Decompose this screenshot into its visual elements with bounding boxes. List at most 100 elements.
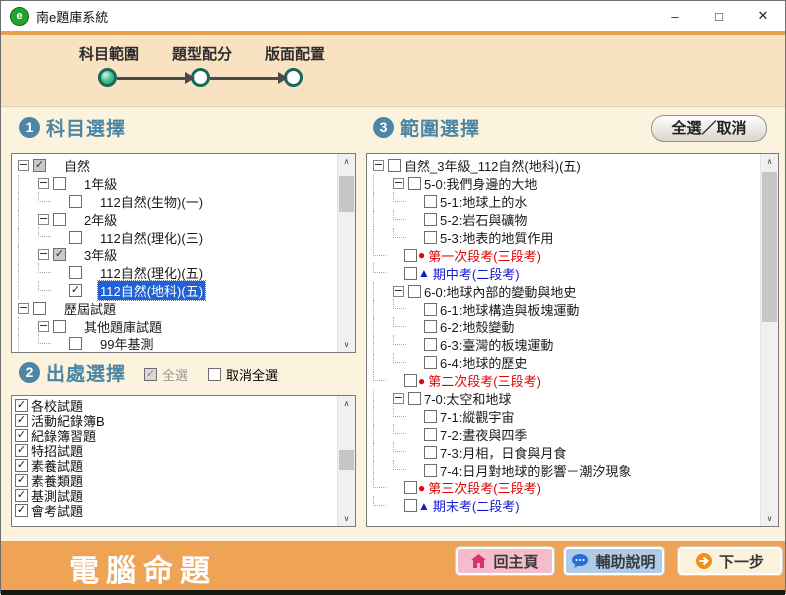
checkbox-icon[interactable]: ✓ — [15, 474, 28, 487]
tree-item[interactable]: 112自然(生物)(一) — [18, 193, 338, 211]
help-button[interactable]: 輔助說明 — [564, 547, 664, 575]
checkbox-icon[interactable]: ✓ — [15, 489, 28, 502]
checkbox-icon[interactable] — [69, 266, 82, 279]
checkbox-icon[interactable]: ✓ — [15, 399, 28, 412]
tree-item[interactable]: ✓自然 — [18, 157, 338, 175]
tree-item[interactable]: 99年基測 — [18, 335, 338, 352]
scrollbar-thumb[interactable] — [339, 450, 354, 470]
checkbox-icon[interactable] — [53, 320, 66, 333]
tree-item[interactable]: 7-3:月相，日食與月食 — [373, 443, 761, 461]
checkbox-icon[interactable] — [424, 320, 437, 333]
tree-item[interactable]: 其他題庫試題 — [18, 317, 338, 335]
checkbox-icon[interactable] — [404, 374, 417, 387]
scroll-down-icon[interactable]: ∨ — [761, 511, 778, 526]
tree-item[interactable]: 6-3:臺灣的板塊運動 — [373, 336, 761, 354]
source-list-scrollbar[interactable]: ∧ ∨ — [337, 396, 355, 526]
checkbox-icon[interactable] — [53, 213, 66, 226]
checkbox-icon[interactable] — [208, 368, 221, 381]
checkbox-icon[interactable] — [424, 464, 437, 477]
checkbox-icon[interactable] — [408, 285, 421, 298]
tree-item[interactable]: 5-1:地球上的水 — [373, 193, 761, 211]
checkbox-icon[interactable] — [424, 195, 437, 208]
checkbox-icon[interactable]: ✓ — [69, 284, 82, 297]
checkbox-icon[interactable] — [424, 303, 437, 316]
checkbox-icon[interactable] — [404, 249, 417, 262]
checkbox-icon[interactable] — [69, 231, 82, 244]
tree-item[interactable]: 7-0:太空和地球 — [373, 390, 761, 408]
tree-item[interactable]: 2年級 — [18, 210, 338, 228]
scrollbar-thumb[interactable] — [339, 176, 354, 212]
tree-item[interactable]: ●第一次段考(三段考) — [373, 246, 761, 264]
checkbox-icon[interactable] — [53, 177, 66, 190]
tree-item[interactable]: 1年級 — [18, 175, 338, 193]
tree-item[interactable]: 6-4:地球的歷史 — [373, 354, 761, 372]
scroll-down-icon[interactable]: ∨ — [338, 337, 355, 352]
checkbox-icon[interactable] — [424, 428, 437, 441]
tree-item[interactable]: 7-2:晝夜與四季 — [373, 425, 761, 443]
next-step-button[interactable]: 下一步 — [678, 547, 782, 575]
deselect-all-checkbox[interactable]: 取消全選 — [208, 365, 278, 384]
checkbox-icon[interactable] — [424, 213, 437, 226]
checkbox-icon[interactable]: ✓ — [15, 414, 28, 427]
collapse-icon[interactable] — [373, 160, 384, 171]
tree-item[interactable]: 歷屆試題 — [18, 299, 338, 317]
checkbox-icon[interactable] — [408, 177, 421, 190]
tree-item[interactable]: ●第二次段考(三段考) — [373, 372, 761, 390]
collapse-icon[interactable] — [393, 286, 404, 297]
collapse-icon[interactable] — [18, 303, 29, 314]
checkbox-icon[interactable] — [404, 267, 417, 280]
minimize-button[interactable]: – — [653, 1, 697, 31]
collapse-icon[interactable] — [393, 178, 404, 189]
tree-item[interactable]: 6-0:地球內部的變動與地史 — [373, 282, 761, 300]
checkbox-icon[interactable] — [404, 499, 417, 512]
checkbox-icon[interactable] — [424, 356, 437, 369]
checkbox-icon[interactable] — [388, 159, 401, 172]
checkbox-icon[interactable]: ✓ — [15, 504, 28, 517]
tree-item[interactable]: 5-0:我們身邊的大地 — [373, 175, 761, 193]
collapse-icon[interactable] — [18, 160, 29, 171]
tree-item[interactable]: 7-1:縱觀宇宙 — [373, 407, 761, 425]
checkbox-icon[interactable]: ✓ — [144, 368, 157, 381]
checkbox-icon[interactable]: ✓ — [15, 459, 28, 472]
checkbox-icon[interactable] — [33, 302, 46, 315]
tree-item[interactable]: 112自然(理化)(三) — [18, 228, 338, 246]
scrollbar-thumb[interactable] — [762, 172, 777, 322]
scroll-up-icon[interactable]: ∧ — [338, 396, 355, 411]
collapse-icon[interactable] — [38, 321, 49, 332]
select-all-checkbox[interactable]: ✓ 全選 — [144, 365, 188, 384]
checkbox-icon[interactable] — [424, 338, 437, 351]
tree-item[interactable]: ▲期末考(二段考) — [373, 497, 761, 515]
subject-tree-scrollbar[interactable]: ∧ ∨ — [337, 154, 355, 352]
tree-item[interactable]: ✓112自然(地科)(五) — [18, 282, 338, 300]
checkbox-icon[interactable] — [69, 337, 82, 350]
scroll-up-icon[interactable]: ∧ — [338, 154, 355, 169]
tree-item[interactable]: 6-2:地殼變動 — [373, 318, 761, 336]
source-list-item[interactable]: ✓會考試題 — [15, 503, 338, 518]
maximize-button[interactable]: □ — [697, 1, 741, 31]
close-button[interactable]: ✕ — [741, 1, 785, 31]
collapse-icon[interactable] — [38, 214, 49, 225]
checkbox-icon[interactable]: ✓ — [33, 159, 46, 172]
tree-item[interactable]: 5-3:地表的地質作用 — [373, 229, 761, 247]
checkbox-icon[interactable]: ✓ — [15, 444, 28, 457]
checkbox-icon[interactable] — [69, 195, 82, 208]
checkbox-icon[interactable] — [424, 410, 437, 423]
checkbox-icon[interactable] — [424, 231, 437, 244]
checkbox-icon[interactable] — [408, 392, 421, 405]
collapse-icon[interactable] — [38, 178, 49, 189]
range-tree-scrollbar[interactable]: ∧ ∨ — [760, 154, 778, 526]
select-all-toggle-button[interactable]: 全選／取消 — [651, 115, 767, 142]
collapse-icon[interactable] — [393, 393, 404, 404]
tree-item[interactable]: 7-4:日月對地球的影響－潮汐現象 — [373, 461, 761, 479]
scroll-down-icon[interactable]: ∨ — [338, 511, 355, 526]
tree-item[interactable]: 6-1:地球構造與板塊運動 — [373, 300, 761, 318]
tree-item[interactable]: 自然_3年級_112自然(地科)(五) — [373, 157, 761, 175]
tree-item[interactable]: 112自然(理化)(五) — [18, 264, 338, 282]
tree-item[interactable]: ●第三次段考(三段考) — [373, 479, 761, 497]
scroll-up-icon[interactable]: ∧ — [761, 154, 778, 169]
home-button[interactable]: 回主頁 — [456, 547, 554, 575]
checkbox-icon[interactable] — [424, 446, 437, 459]
tree-item[interactable]: ✓3年級 — [18, 246, 338, 264]
collapse-icon[interactable] — [38, 249, 49, 260]
checkbox-icon[interactable]: ✓ — [53, 248, 66, 261]
